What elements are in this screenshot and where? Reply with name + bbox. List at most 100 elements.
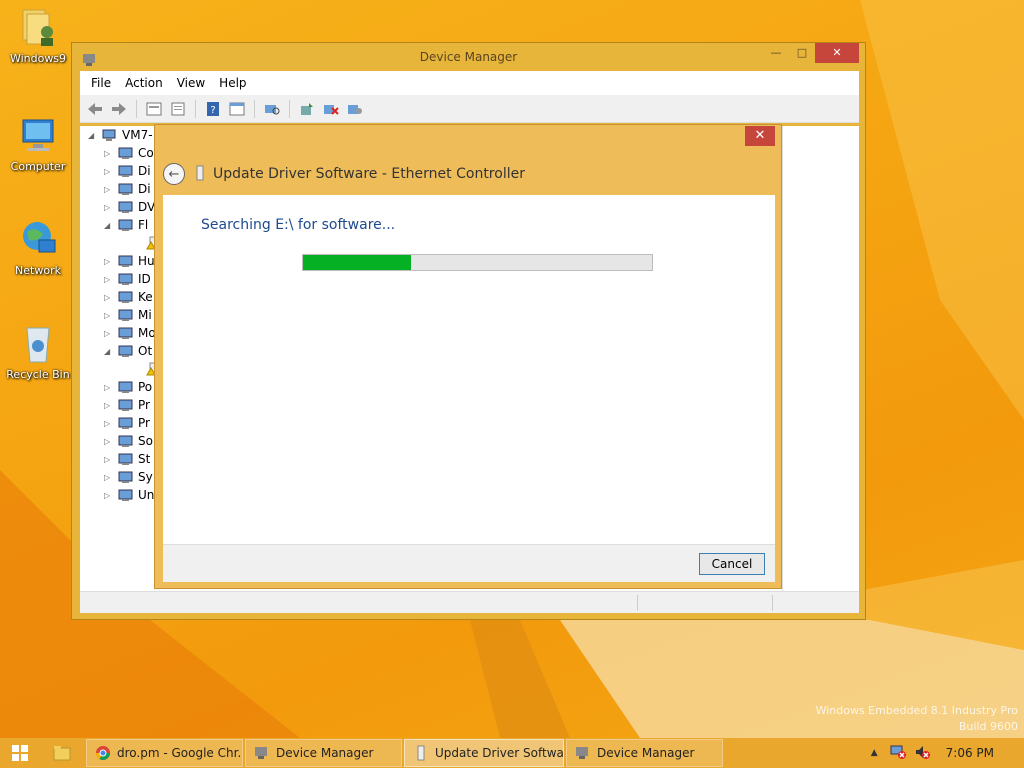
desktop-icon-network[interactable]: Network bbox=[4, 218, 72, 277]
show-hide-icon[interactable] bbox=[226, 99, 248, 119]
menu-file[interactable]: File bbox=[84, 76, 118, 90]
expand-arrow-icon[interactable]: ▷ bbox=[104, 293, 114, 302]
tree-item-label: DV bbox=[138, 200, 156, 214]
expand-arrow-icon[interactable]: ▷ bbox=[104, 455, 114, 464]
scan-hardware-icon[interactable] bbox=[261, 99, 283, 119]
file-explorer-button[interactable] bbox=[40, 739, 84, 767]
device-category-icon bbox=[118, 326, 134, 340]
taskbar-item-update-driver[interactable]: Update Driver Softwa... bbox=[404, 739, 564, 767]
tree-item[interactable]: ▷ Pr bbox=[104, 396, 150, 414]
expand-arrow-icon[interactable]: ▷ bbox=[104, 149, 114, 158]
taskbar-item-label: Device Manager bbox=[597, 746, 695, 760]
minimize-button[interactable]: — bbox=[763, 43, 789, 63]
watermark-line2: Build 9600 bbox=[958, 720, 1018, 733]
back-button[interactable]: ← bbox=[163, 163, 185, 185]
tree-item[interactable]: ▷ DV bbox=[104, 198, 155, 216]
update-driver-dialog[interactable]: ✕ ← Update Driver Software - Ethernet Co… bbox=[154, 124, 782, 589]
device-category-icon bbox=[118, 254, 134, 268]
device-category-icon bbox=[118, 344, 134, 358]
update-driver-icon[interactable] bbox=[296, 99, 318, 119]
device-manager-icon bbox=[82, 49, 98, 66]
tree-item[interactable]: ▷ Di bbox=[104, 162, 151, 180]
close-button[interactable]: ✕ bbox=[745, 126, 775, 146]
menu-view[interactable]: View bbox=[170, 76, 212, 90]
collapse-arrow-icon[interactable]: ◢ bbox=[104, 221, 114, 230]
collapse-arrow-icon[interactable]: ◢ bbox=[104, 347, 114, 356]
menu-help[interactable]: Help bbox=[212, 76, 253, 90]
expand-arrow-icon[interactable]: ▷ bbox=[104, 329, 114, 338]
expand-arrow-icon[interactable]: ▷ bbox=[104, 473, 114, 482]
device-category-icon bbox=[118, 272, 134, 286]
device-category-icon bbox=[118, 470, 134, 484]
computer-icon bbox=[102, 128, 118, 142]
tree-item-label: Po bbox=[138, 380, 153, 394]
tree-item[interactable]: ▷ ID bbox=[104, 270, 151, 288]
disable-device-icon[interactable] bbox=[344, 99, 366, 119]
taskbar-item-label: Device Manager bbox=[276, 746, 374, 760]
properties-icon[interactable] bbox=[143, 99, 165, 119]
desktop-icon-computer[interactable]: Computer bbox=[4, 114, 72, 173]
dialog-header: ← Update Driver Software - Ethernet Cont… bbox=[163, 161, 525, 187]
tree-item[interactable]: ▷ Co bbox=[104, 144, 154, 162]
expand-arrow-icon[interactable]: ▷ bbox=[104, 275, 114, 284]
title-bar[interactable]: Device Manager — □ ✕ bbox=[72, 43, 865, 71]
device-category-icon bbox=[118, 434, 134, 448]
volume-muted-icon[interactable] bbox=[910, 745, 934, 762]
expand-arrow-icon[interactable]: ▷ bbox=[104, 437, 114, 446]
expand-arrow-icon[interactable]: ▷ bbox=[104, 311, 114, 320]
close-button[interactable]: ✕ bbox=[815, 43, 859, 63]
tree-item-label: Ke bbox=[138, 290, 153, 304]
taskbar-item-device-manager-2[interactable]: Device Manager bbox=[566, 739, 723, 767]
expand-arrow-icon[interactable]: ▷ bbox=[104, 401, 114, 410]
tray-overflow-icon[interactable]: ▲ bbox=[863, 748, 886, 758]
console-tree-icon[interactable] bbox=[167, 99, 189, 119]
maximize-button[interactable]: □ bbox=[789, 43, 815, 63]
clock[interactable]: 7:06 PM bbox=[934, 746, 1024, 760]
device-category-icon bbox=[118, 218, 134, 232]
chrome-icon bbox=[96, 746, 110, 760]
window-title: Device Manager bbox=[419, 50, 518, 64]
collapse-arrow-icon[interactable]: ◢ bbox=[88, 131, 98, 140]
taskbar: dro.pm - Google Chr... Device Manager Up… bbox=[0, 738, 1024, 768]
expand-arrow-icon[interactable]: ▷ bbox=[104, 419, 114, 428]
tree-item[interactable]: ◢ Fl bbox=[104, 216, 148, 234]
network-status-icon[interactable] bbox=[886, 745, 910, 762]
tree-item[interactable]: ▷ Hu bbox=[104, 252, 155, 270]
expand-arrow-icon[interactable]: ▷ bbox=[104, 203, 114, 212]
expand-arrow-icon[interactable]: ▷ bbox=[104, 383, 114, 392]
tree-item[interactable]: ▷ Pr bbox=[104, 414, 150, 432]
back-arrow-icon[interactable] bbox=[84, 99, 106, 119]
menu-action[interactable]: Action bbox=[118, 76, 170, 90]
desktop-icon-recycle-bin[interactable]: Recycle Bin bbox=[4, 322, 72, 381]
tree-item[interactable]: ▷ Sy bbox=[104, 468, 153, 486]
tree-item[interactable]: ▷ Un bbox=[104, 486, 154, 504]
tree-item[interactable]: ▷ Mi bbox=[104, 306, 152, 324]
taskbar-item-device-manager[interactable]: Device Manager bbox=[245, 739, 402, 767]
device-category-icon bbox=[118, 290, 134, 304]
tree-root[interactable]: ◢ VM7- bbox=[88, 126, 153, 144]
tree-root-label: VM7- bbox=[122, 128, 153, 142]
forward-arrow-icon[interactable] bbox=[108, 99, 130, 119]
tree-item[interactable]: ▷ St bbox=[104, 450, 150, 468]
cancel-button[interactable]: Cancel bbox=[699, 553, 765, 575]
expand-arrow-icon[interactable]: ▷ bbox=[104, 185, 114, 194]
uninstall-icon[interactable] bbox=[320, 99, 342, 119]
start-button[interactable] bbox=[0, 738, 40, 768]
expand-arrow-icon[interactable]: ▷ bbox=[104, 491, 114, 500]
tree-item[interactable]: ◢ Ot bbox=[104, 342, 152, 360]
tree-item-label: Ot bbox=[138, 344, 153, 358]
tree-item[interactable]: ▷ Ke bbox=[104, 288, 153, 306]
tree-item[interactable]: ▷ Di bbox=[104, 180, 151, 198]
device-manager-icon bbox=[255, 747, 267, 759]
tree-item[interactable]: ▷ Mo bbox=[104, 324, 156, 342]
expand-arrow-icon[interactable]: ▷ bbox=[104, 257, 114, 266]
expand-arrow-icon[interactable]: ▷ bbox=[104, 167, 114, 176]
dialog-title: Update Driver Software - Ethernet Contro… bbox=[213, 166, 525, 182]
taskbar-item-chrome[interactable]: dro.pm - Google Chr... bbox=[86, 739, 243, 767]
help-icon[interactable]: ? bbox=[202, 99, 224, 119]
desktop-icon-user-folder[interactable]: Windows9 bbox=[4, 6, 72, 65]
folder-icon bbox=[17, 6, 59, 48]
tree-item[interactable]: ▷ So bbox=[104, 432, 153, 450]
system-tray: ▲ 7:06 PM bbox=[863, 738, 1024, 768]
tree-item[interactable]: ▷ Po bbox=[104, 378, 152, 396]
